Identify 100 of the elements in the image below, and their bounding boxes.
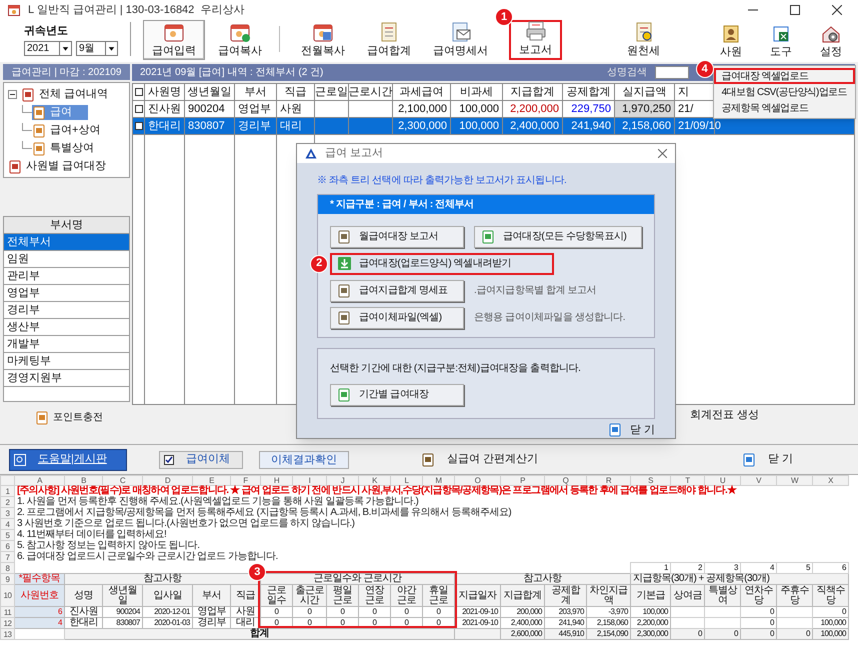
notice-text: ※ 좌측 트리 선택에 따라 출력가능한 보고서가 표시됩니다.: [317, 174, 568, 188]
toolbar-button[interactable]: 도구: [758, 20, 804, 60]
table-cell-text: 830807: [188, 118, 225, 134]
sheet-cell: 0: [274, 607, 278, 616]
column-letter: S: [648, 476, 653, 485]
maximize-icon[interactable]: [790, 5, 800, 15]
search-icon: [14, 454, 26, 466]
sheet-cell: 기본급: [636, 590, 665, 600]
sheet-cell: 0: [372, 618, 376, 627]
panel-header: 급여관리 | 마감 : 202109: [3, 64, 130, 80]
sheet-cell: *필수항목: [18, 573, 60, 584]
sheet-cell: 지급항목(30개) + 공제항목(30개): [633, 573, 770, 584]
sheet-cell: 주휴수당: [780, 584, 809, 606]
column-letter: X: [828, 476, 833, 485]
column-letter: E: [209, 476, 214, 485]
row-number: 9: [6, 574, 10, 584]
department-item[interactable]: 영업부: [4, 285, 129, 302]
close-icon[interactable]: [832, 5, 842, 15]
salary-calculator-button[interactable]: 실급여 간편계산기: [421, 451, 538, 468]
toolbar-button[interactable]: 급여합계: [358, 20, 420, 60]
month-select[interactable]: 9월: [76, 41, 118, 56]
department-item[interactable]: 전체부서: [4, 234, 129, 251]
close-button[interactable]: 닫 기: [742, 451, 793, 468]
transfer-result-button[interactable]: 이체결과확인: [259, 450, 349, 468]
report-button[interactable]: 월급여대장 보고서: [330, 226, 464, 248]
transfer-checkbox-button[interactable]: 급여이체: [159, 450, 243, 468]
table-cell-text: 100,000: [459, 102, 499, 117]
menu-item[interactable]: 급여대장 엑셀업로드: [714, 68, 855, 84]
table-cell-text: 대리: [280, 118, 302, 134]
department-item[interactable]: 경영지원부: [4, 370, 129, 387]
department-item[interactable]: 개발부: [4, 336, 129, 353]
download-icon: [338, 257, 351, 270]
table-cell-text: 2,400,000: [510, 118, 559, 134]
column-letter: I: [308, 476, 310, 485]
department-item[interactable]: 관리부: [4, 268, 129, 285]
sheet-cell: 4: [770, 563, 774, 572]
number-badge: 3: [248, 563, 266, 581]
sheet-cell: 직책수당: [816, 584, 845, 606]
search-label: 성명검색: [607, 66, 647, 80]
checkbox[interactable]: [134, 88, 142, 96]
tree-item[interactable]: 사원별 급여대장: [8, 159, 125, 174]
table-cell-text: 2,158,060: [622, 118, 671, 134]
menu-item[interactable]: 4대보험 CSV(공단양식)업로드: [714, 84, 855, 100]
sheet-cell: 5: [806, 563, 810, 572]
row-number: 10: [4, 591, 12, 600]
column-letter: L: [404, 476, 408, 485]
report-button[interactable]: 급여대장(업로드양식) 엑셀내려받기: [330, 252, 554, 274]
collapse-icon[interactable]: [8, 90, 17, 99]
column-header: 직급: [277, 84, 315, 100]
toolbar-button[interactable]: 설정: [808, 20, 854, 60]
table-cell-text: 900204: [188, 102, 225, 117]
sheet-cell: 특별상여: [708, 584, 737, 606]
document-icon: [337, 284, 351, 298]
sheet-cell: 지급일자: [458, 590, 496, 600]
department-item[interactable]: 마케팅부: [4, 353, 129, 370]
column-letter: H: [274, 476, 280, 485]
checkbox[interactable]: [164, 454, 174, 464]
department-item[interactable]: 생산부: [4, 319, 129, 336]
toolbar-button[interactable]: 원천세: [618, 20, 669, 60]
sheet-cell: 휴일근로: [429, 584, 448, 606]
sheet-cell: 100,000: [820, 629, 846, 638]
tree-item[interactable]: 특별상여: [32, 141, 110, 156]
column-letter: R: [606, 476, 612, 485]
gear-icon: [821, 24, 841, 44]
sheet-cell: 한대리: [69, 617, 98, 628]
column-letter: J: [340, 476, 344, 485]
sheet-cell: 2021-09-10: [462, 607, 498, 616]
help-board-button[interactable]: 도움말|게시판: [9, 448, 127, 470]
table-cell-text: 21/: [678, 102, 694, 117]
toolbar-button[interactable]: 급여명세서: [424, 20, 497, 60]
sheet-cell: 203,970: [558, 607, 584, 616]
row-number: 13: [4, 630, 12, 638]
tree-item[interactable]: 전체 급여내역: [8, 87, 125, 102]
toolbar-button[interactable]: 급여복사: [209, 20, 271, 60]
name-search-field[interactable]: [655, 66, 689, 79]
checkbox[interactable]: [134, 122, 142, 130]
point-charge-button[interactable]: 포인트충전: [35, 410, 130, 425]
department-item[interactable]: 경리부: [4, 302, 129, 319]
report-button[interactable]: 급여지급합계 명세표: [330, 280, 464, 302]
menu-item[interactable]: 공제항목 엑셀업로드: [714, 100, 855, 116]
department-item[interactable]: 임원: [4, 251, 129, 268]
toolbar-button[interactable]: 급여입력: [143, 20, 205, 60]
report-button[interactable]: 급여대장(모든 수당항목표시): [474, 226, 642, 248]
toolbar-button[interactable]: 보고서: [509, 20, 562, 60]
sheet-cell: 연차수당: [744, 584, 773, 606]
sheet-cell: 5. 참고사항 정보는 입력하지 않아도 됩니다.: [17, 540, 200, 551]
report-button[interactable]: 기간별 급여대장: [330, 384, 464, 406]
tree-item[interactable]: 급여+상여: [32, 123, 116, 138]
caret-icon: [105, 42, 117, 55]
report-button[interactable]: 급여이체파일(엑셀): [330, 306, 464, 328]
toolbar-button[interactable]: 전월복사: [292, 20, 354, 60]
year-select[interactable]: 2021: [24, 41, 72, 56]
sheet-cell: 2020-01-03: [154, 618, 190, 627]
sheet-cell: 대리: [236, 617, 255, 628]
table-row[interactable]: 한대리 830807 경리부 대리 2,300,000 100,000 2,400,000 241,940 2,158,060 21/09/10: [133, 118, 854, 135]
toolbar-button[interactable]: 사원: [708, 20, 754, 60]
close-button[interactable]: 닫 기: [608, 422, 655, 438]
close-icon[interactable]: [658, 148, 667, 158]
accounting-voucher-label[interactable]: 회계전표 생성: [690, 406, 759, 424]
checkbox[interactable]: [134, 105, 142, 113]
